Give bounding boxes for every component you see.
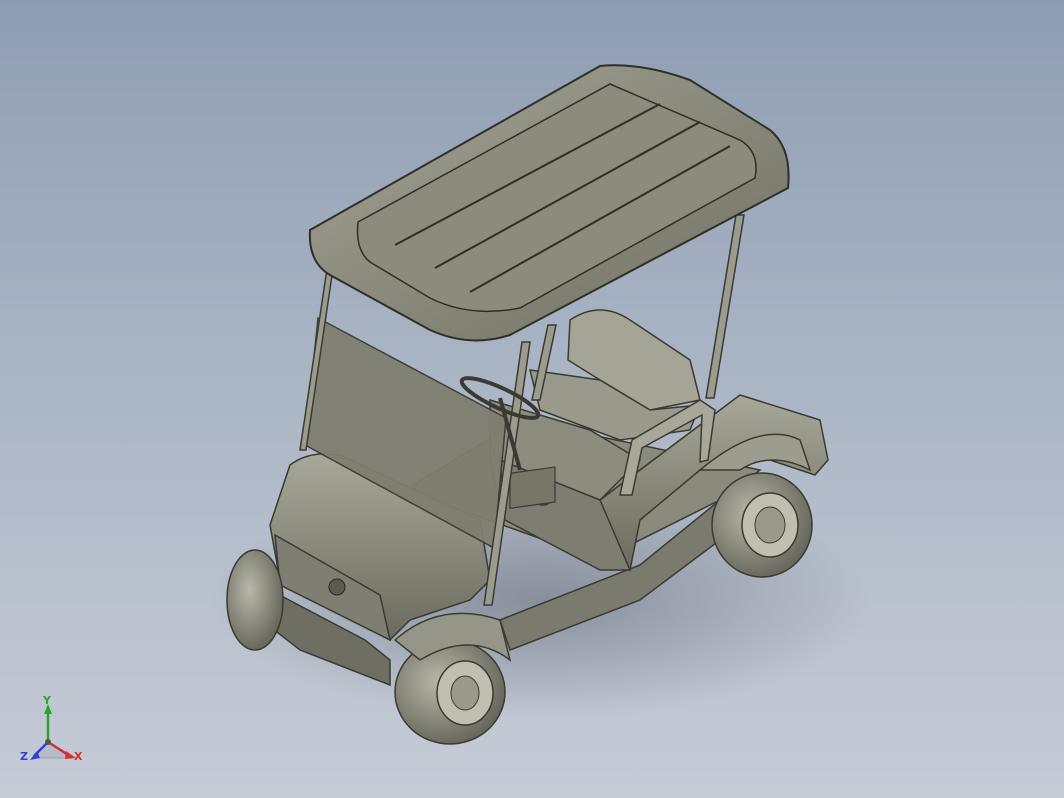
- front-right-wheel: [394, 639, 506, 745]
- front-left-wheel: [226, 549, 284, 651]
- rear-right-wheel: [711, 472, 813, 578]
- y-axis-label: Y: [43, 694, 51, 707]
- z-axis-label: Z: [20, 750, 28, 763]
- roof: [308, 64, 790, 342]
- golf-cart-model[interactable]: [0, 0, 1064, 798]
- coordinate-triad[interactable]: Y X Z: [18, 694, 90, 772]
- x-axis-label: X: [74, 750, 83, 763]
- emblem: [328, 578, 346, 596]
- graphics-viewport[interactable]: Y X Z: [0, 0, 1064, 798]
- pedal-box: [509, 466, 556, 510]
